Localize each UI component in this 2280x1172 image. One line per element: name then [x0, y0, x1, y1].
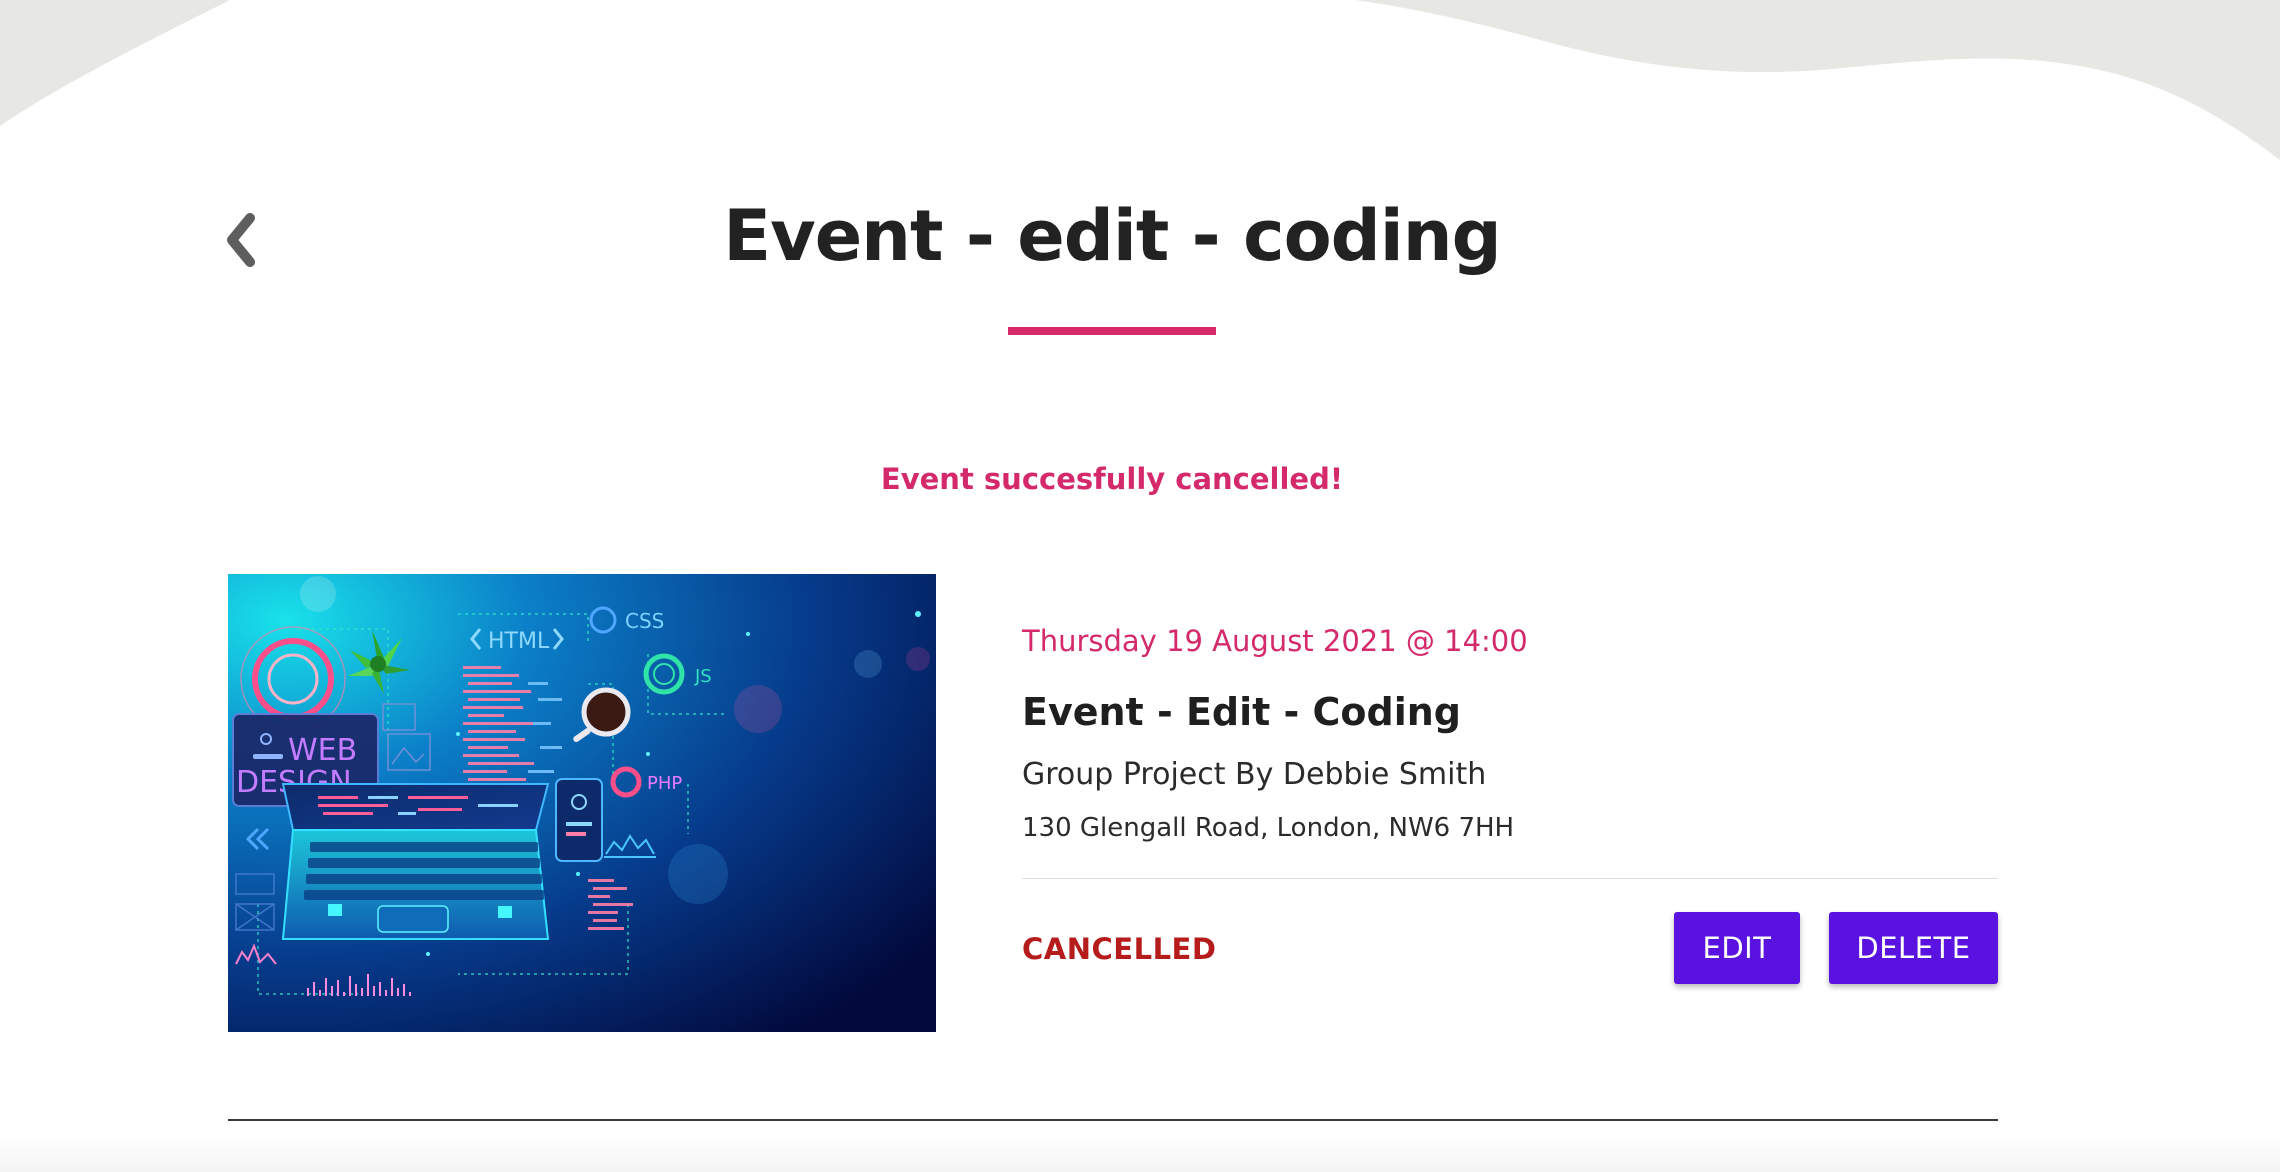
image-label-html: HTML — [488, 629, 550, 654]
event-card: WEB DESIGN HTML CSS JS PHP Thursday 19 A… — [228, 574, 1998, 1034]
event-address: 130 Glengall Road, London, NW6 7HH — [1022, 813, 1515, 843]
image-label-web: WEB — [288, 733, 357, 768]
image-label-css: CSS — [625, 609, 664, 633]
list-divider — [228, 1119, 1998, 1121]
page-title: Event - edit - coding — [723, 195, 1501, 277]
flash-message: Event succesfully cancelled! — [880, 462, 1344, 496]
details-divider — [1022, 878, 1998, 879]
background-wave — [0, 0, 2280, 160]
edit-button[interactable]: EDIT — [1674, 912, 1800, 984]
event-name: Event - Edit - Coding — [1022, 690, 1462, 734]
delete-button[interactable]: DELETE — [1829, 912, 1998, 984]
coding-illustration: WEB DESIGN HTML CSS JS PHP — [228, 574, 936, 1032]
status-badge: CANCELLED — [1022, 932, 1217, 966]
title-underline — [1008, 327, 1216, 335]
event-organiser: Group Project By Debbie Smith — [1022, 757, 1487, 792]
image-label-php: PHP — [647, 773, 682, 794]
event-date: Thursday 19 August 2021 @ 14:00 — [1022, 624, 1528, 658]
image-label-js: JS — [694, 666, 712, 687]
footer-shade — [0, 1135, 2280, 1172]
event-details: Thursday 19 August 2021 @ 14:00 Event - … — [1022, 574, 1998, 1034]
event-image: WEB DESIGN HTML CSS JS PHP — [228, 574, 936, 1032]
